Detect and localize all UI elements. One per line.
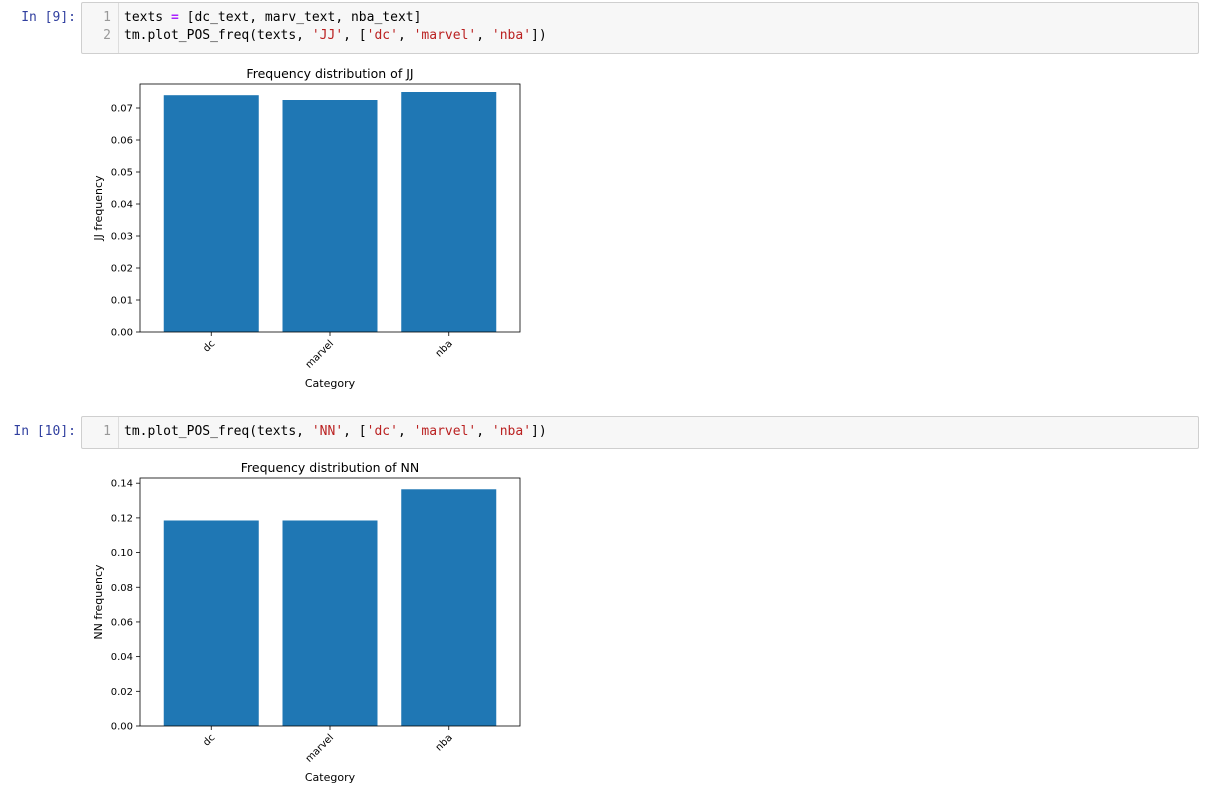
y-tick-label: 0.06	[111, 617, 133, 628]
x-axis-label: Category	[305, 771, 356, 784]
code-token: 'dc'	[366, 424, 398, 439]
y-tick-label: 0.12	[111, 513, 133, 524]
x-axis-label: Category	[305, 377, 356, 390]
y-tick-label: 0.10	[111, 548, 133, 559]
code-token: 'NN'	[311, 424, 344, 439]
y-tick-label: 0.06	[111, 136, 133, 147]
bar-dc	[163, 95, 259, 332]
bar-chart-nn: Frequency distribution of NN dc marvel nba 0…	[92, 460, 521, 784]
y-tick-label: 0.07	[111, 104, 133, 115]
code-token: ,	[397, 28, 414, 43]
code-token: [dc_text, marv_text, nba_text]	[178, 10, 422, 25]
y-tick-label: 0.00	[111, 328, 133, 339]
line-number: 2	[103, 28, 111, 43]
code-input-area[interactable]: 1 texts = [dc_text, marv_text, nba_text] 2…	[81, 2, 1199, 54]
code-token: tm.plot_POS_freq(texts,	[124, 424, 312, 439]
code-text: tm.plot_POS_freq(texts, 'JJ', ['dc', 'ma…	[124, 27, 547, 45]
bar-chart-jj: Frequency distribution of JJ dc marvel nba 0…	[92, 66, 521, 390]
x-tick-label: dc	[201, 338, 217, 354]
bar-marvel	[282, 520, 378, 726]
code-token: ,	[476, 28, 492, 43]
code-token: 'dc'	[366, 28, 398, 43]
y-tick-label: 0.04	[111, 200, 133, 211]
cell-output: Frequency distribution of JJ dc marvel nba 0…	[90, 64, 550, 403]
code-token: =	[170, 10, 179, 25]
code-token: tm.plot_POS_freq(texts,	[124, 28, 312, 43]
y-tick-label: 0.04	[111, 652, 133, 663]
x-tick-label: nba	[434, 732, 455, 753]
code-line: 1 texts = [dc_text, marv_text, nba_text]	[82, 9, 1198, 27]
code-token: ])	[531, 424, 547, 439]
y-tick-label: 0.02	[111, 264, 133, 275]
code-token: texts	[124, 10, 171, 25]
code-token: ])	[531, 28, 547, 43]
bar-dc	[163, 520, 259, 726]
bar-nba	[401, 92, 497, 332]
y-tick-label: 0.14	[111, 479, 133, 490]
x-tick-label: marvel	[304, 338, 336, 370]
line-number: 1	[103, 424, 111, 439]
code-token: 'nba'	[491, 424, 532, 439]
y-tick-label: 0.08	[111, 583, 133, 594]
line-number: 1	[103, 10, 111, 25]
x-tick-label: nba	[434, 338, 455, 359]
code-token: ,	[476, 424, 492, 439]
code-token: 'marvel'	[413, 28, 477, 43]
code-token: 'nba'	[491, 28, 532, 43]
cell-output: Frequency distribution of NN dc marvel nba 0…	[90, 458, 550, 797]
code-token: ,	[397, 424, 414, 439]
chart-title: Frequency distribution of JJ	[246, 66, 413, 81]
code-token: 'marvel'	[413, 424, 477, 439]
y-tick-label: 0.01	[111, 296, 133, 307]
y-tick-label: 0.02	[111, 687, 133, 698]
y-tick-label: 0.00	[111, 722, 133, 733]
y-axis-label: JJ frequency	[92, 175, 105, 242]
code-text: texts = [dc_text, marv_text, nba_text]	[124, 9, 421, 27]
chart-title: Frequency distribution of NN	[241, 460, 419, 475]
code-text: tm.plot_POS_freq(texts, 'NN', ['dc', 'ma…	[124, 423, 547, 441]
y-axis-label: NN frequency	[92, 564, 105, 640]
y-tick-label: 0.03	[111, 232, 133, 243]
input-prompt: In [10]:	[13, 424, 76, 439]
bar-marvel	[282, 100, 378, 332]
bar-nba	[401, 489, 497, 726]
code-token: , [	[343, 424, 367, 439]
code-token: , [	[343, 28, 367, 43]
code-line: 2 tm.plot_POS_freq(texts, 'JJ', ['dc', 'm…	[82, 27, 1198, 45]
code-token: 'JJ'	[311, 28, 344, 43]
x-tick-label: marvel	[304, 732, 336, 764]
code-line: 1 tm.plot_POS_freq(texts, 'NN', ['dc', 'm…	[82, 423, 1198, 441]
input-prompt: In [9]:	[21, 10, 76, 25]
x-tick-label: dc	[201, 732, 217, 748]
code-input-area[interactable]: 1 tm.plot_POS_freq(texts, 'NN', ['dc', 'm…	[81, 416, 1199, 449]
y-tick-label: 0.05	[111, 168, 133, 179]
